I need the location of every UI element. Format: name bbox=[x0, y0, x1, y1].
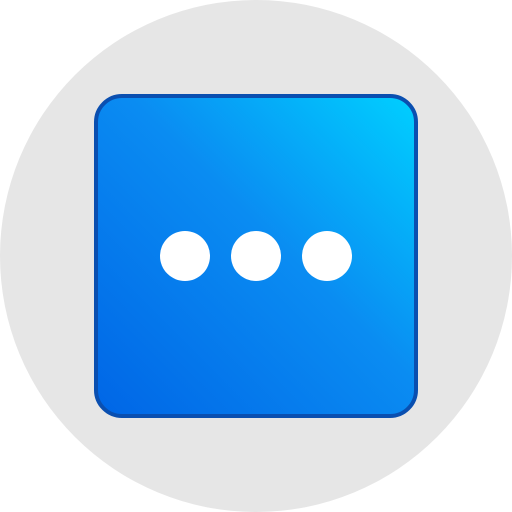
more-options-button[interactable] bbox=[94, 94, 418, 418]
ellipsis-icon bbox=[98, 98, 414, 414]
icon-canvas bbox=[0, 0, 512, 512]
ellipsis-dot bbox=[302, 231, 352, 281]
ellipsis-dot bbox=[160, 231, 210, 281]
ellipsis-dot bbox=[231, 231, 281, 281]
